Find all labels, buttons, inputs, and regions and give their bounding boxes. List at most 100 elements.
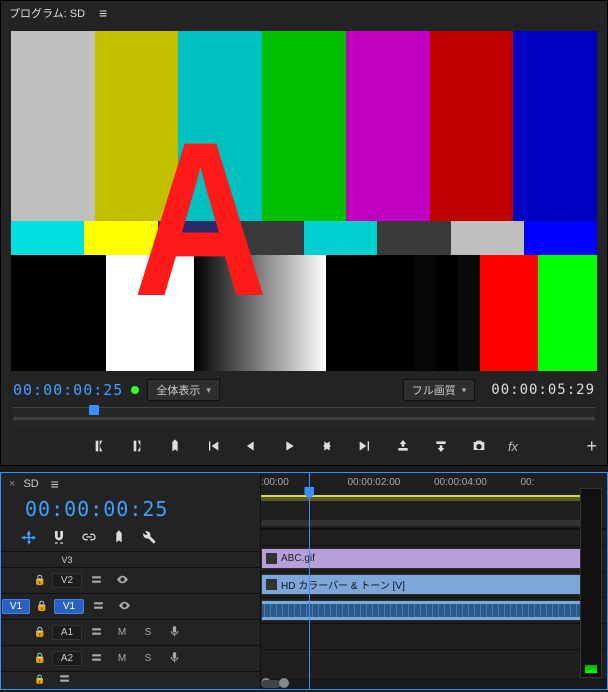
- timeline-playhead-line[interactable]: [309, 473, 310, 689]
- lock-icon[interactable]: 🔒: [29, 575, 51, 586]
- track-headers: V3 🔒 V2 V1 🔒 V1 🔒 A1 M: [1, 551, 260, 689]
- horizontal-scrollbar[interactable]: [261, 679, 607, 689]
- source-patch-v1[interactable]: V1: [2, 599, 30, 614]
- program-header: プログラム: SD ≡: [1, 1, 607, 25]
- add-marker-button[interactable]: [166, 437, 184, 455]
- track-header-extra[interactable]: 🔒: [1, 671, 260, 687]
- go-to-out-button[interactable]: [356, 437, 374, 455]
- lock-icon[interactable]: 🔒: [29, 674, 51, 685]
- timeline-header-area: × SD ≡ 00:00:00:25 V3 🔒 V2: [1, 473, 261, 689]
- overlay-letter: A: [133, 131, 268, 307]
- export-frame-button[interactable]: [470, 437, 488, 455]
- timeline-current-timecode[interactable]: 00:00:00:25: [1, 495, 260, 527]
- solo-button[interactable]: S: [135, 653, 161, 664]
- track-toggle-a2[interactable]: A2: [52, 651, 82, 666]
- timeline-tracks-area[interactable]: :00:00 00:00:02:00 00:00:04:00 00: ABC.g…: [261, 473, 607, 689]
- program-time-ruler[interactable]: [13, 407, 595, 427]
- mute-button[interactable]: M: [109, 627, 135, 638]
- timeline-settings-wrench-icon[interactable]: [139, 527, 159, 547]
- chevron-down-icon: ▾: [462, 385, 467, 396]
- track-header-v3[interactable]: V3: [1, 551, 260, 567]
- clip-label: HD カラーバー & トーン [V]: [281, 577, 405, 592]
- extract-button[interactable]: [432, 437, 450, 455]
- ruler-label: :00:00: [261, 477, 348, 488]
- track-header-v2[interactable]: 🔒 V2: [1, 567, 260, 593]
- button-editor-plus-icon[interactable]: +: [586, 436, 597, 457]
- voiceover-mic-icon[interactable]: [161, 625, 187, 641]
- lock-icon[interactable]: 🔒: [29, 653, 51, 664]
- close-panel-icon[interactable]: ×: [9, 478, 15, 490]
- sync-lock-icon[interactable]: [83, 573, 109, 589]
- mark-in-button[interactable]: [90, 437, 108, 455]
- clips-area: ABC.gif HD カラーバー & トーン [V]: [261, 529, 607, 689]
- clip-v2[interactable]: ABC.gif: [261, 548, 601, 569]
- track-header-a2[interactable]: 🔒 A2 M S: [1, 645, 260, 671]
- track-header-a1[interactable]: 🔒 A1 M S: [1, 619, 260, 645]
- track-a1-lane[interactable]: [261, 597, 607, 623]
- track-toggle-v2[interactable]: V2: [52, 573, 82, 588]
- program-title: プログラム: SD: [9, 5, 85, 21]
- snap-toggle-icon[interactable]: [19, 527, 39, 547]
- quality-dropdown-label: フル画質: [412, 382, 456, 398]
- ruler-label: 00:00:04:00: [434, 477, 521, 488]
- solo-button[interactable]: S: [135, 627, 161, 638]
- track-toggle-v1[interactable]: V1: [54, 599, 84, 614]
- ruler-label: 00:: [521, 477, 608, 488]
- program-time-row: 00:00:00:25 全体表示 ▾ フル画質 ▾ 00:00:05:29: [1, 375, 607, 405]
- sync-lock-icon[interactable]: [83, 625, 109, 641]
- lock-icon[interactable]: 🔒: [31, 601, 53, 612]
- track-toggle-a1[interactable]: A1: [52, 625, 82, 640]
- panel-menu-icon[interactable]: ≡: [95, 6, 111, 20]
- eye-icon[interactable]: [109, 573, 135, 589]
- quality-dropdown[interactable]: フル画質 ▾: [403, 379, 476, 401]
- voiceover-mic-icon[interactable]: [161, 651, 187, 667]
- fx-badge-icon: [266, 579, 277, 590]
- linked-selection-icon[interactable]: [79, 527, 99, 547]
- track-v1-lane[interactable]: HD カラーバー & トーン [V]: [261, 571, 607, 597]
- magnet-snap-icon[interactable]: [49, 527, 69, 547]
- step-forward-button[interactable]: [318, 437, 336, 455]
- ruler-label: 00:00:02:00: [348, 477, 435, 488]
- comparison-view-button[interactable]: fx: [508, 439, 518, 454]
- track-header-v1[interactable]: V1 🔒 V1: [1, 593, 260, 619]
- audio-waveform: [262, 604, 600, 617]
- transport-controls: fx +: [1, 433, 607, 465]
- zoom-dropdown-label: 全体表示: [156, 382, 200, 398]
- track-label: V3: [52, 554, 82, 566]
- eye-icon[interactable]: [111, 599, 137, 615]
- timeline-panel: × SD ≡ 00:00:00:25 V3 🔒 V2: [0, 472, 608, 690]
- program-playhead[interactable]: [89, 405, 99, 415]
- zoom-handle-right[interactable]: [279, 678, 289, 688]
- mute-button[interactable]: M: [109, 653, 135, 664]
- timeline-menu-icon[interactable]: ≡: [47, 477, 63, 491]
- step-back-button[interactable]: [242, 437, 260, 455]
- zoom-dropdown[interactable]: 全体表示 ▾: [147, 379, 220, 401]
- program-duration-timecode[interactable]: 00:00:05:29: [491, 382, 595, 398]
- sync-lock-icon[interactable]: [85, 599, 111, 615]
- sync-lock-icon[interactable]: [51, 672, 77, 687]
- fx-badge-icon: [266, 553, 277, 564]
- clip-v1[interactable]: HD カラーバー & トーン [V]: [261, 574, 601, 595]
- timeline-ruler[interactable]: :00:00 00:00:02:00 00:00:04:00 00:: [261, 473, 607, 529]
- program-monitor-viewport[interactable]: A: [11, 31, 597, 371]
- chevron-down-icon: ▾: [206, 385, 211, 396]
- play-button[interactable]: [280, 437, 298, 455]
- color-bars-image: [11, 31, 597, 371]
- program-current-timecode[interactable]: 00:00:00:25: [13, 381, 123, 399]
- lift-button[interactable]: [394, 437, 412, 455]
- add-marker-timeline-icon[interactable]: [109, 527, 129, 547]
- track-v2-lane[interactable]: ABC.gif: [261, 545, 607, 571]
- audio-meters: [580, 488, 602, 678]
- sync-lock-icon[interactable]: [83, 651, 109, 667]
- go-to-in-button[interactable]: [204, 437, 222, 455]
- scrollbar-thumb[interactable]: [261, 680, 281, 688]
- program-monitor-panel: プログラム: SD ≡: [0, 0, 608, 466]
- mark-out-button[interactable]: [128, 437, 146, 455]
- lock-icon[interactable]: 🔒: [29, 627, 51, 638]
- clip-a1[interactable]: [261, 600, 601, 621]
- dropped-frame-indicator-icon: [131, 386, 139, 394]
- sequence-tab[interactable]: SD: [23, 478, 38, 490]
- track-a2-lane[interactable]: [261, 623, 607, 649]
- zoom-scrollbar[interactable]: [261, 520, 597, 526]
- timeline-tools: [1, 527, 260, 551]
